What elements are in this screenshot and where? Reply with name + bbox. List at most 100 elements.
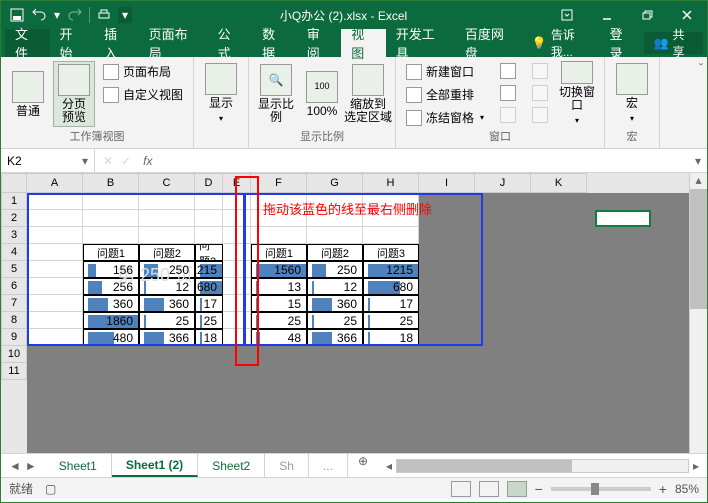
formula-bar[interactable]: [156, 149, 689, 172]
col-header-H[interactable]: H: [363, 173, 419, 193]
tab-data[interactable]: 数据: [252, 29, 297, 57]
cell[interactable]: [27, 295, 83, 312]
sync-scroll-button[interactable]: [528, 83, 552, 103]
zoom-level[interactable]: 85%: [675, 482, 699, 496]
cell[interactable]: [83, 193, 139, 210]
unhide-button[interactable]: [496, 105, 520, 125]
cell[interactable]: [475, 193, 531, 210]
cell[interactable]: 360: [83, 295, 139, 312]
cell[interactable]: [419, 261, 475, 278]
cell[interactable]: [223, 193, 251, 210]
cell[interactable]: [27, 346, 83, 363]
cell[interactable]: [139, 193, 195, 210]
cell[interactable]: 25: [251, 312, 307, 329]
cell[interactable]: [223, 329, 251, 346]
tab-layout[interactable]: 页面布局: [139, 29, 208, 57]
cell[interactable]: [223, 278, 251, 295]
vertical-scrollbar[interactable]: ▴: [689, 173, 707, 453]
cell[interactable]: 18: [195, 329, 223, 346]
cell[interactable]: [531, 363, 587, 380]
cell[interactable]: [139, 346, 195, 363]
row-header-8[interactable]: 8: [1, 312, 27, 329]
cell[interactable]: [531, 261, 587, 278]
cell[interactable]: 17: [363, 295, 419, 312]
page-break-status-button[interactable]: [507, 481, 527, 497]
cell[interactable]: [307, 346, 363, 363]
cell[interactable]: [531, 312, 587, 329]
cell[interactable]: [307, 227, 363, 244]
cell[interactable]: 48: [251, 329, 307, 346]
cell[interactable]: 25: [139, 312, 195, 329]
tab-home[interactable]: 开始: [50, 29, 95, 57]
zoom-selection-button[interactable]: 缩放到 选定区域: [347, 61, 389, 127]
cell[interactable]: [223, 227, 251, 244]
col-header-K[interactable]: K: [531, 173, 587, 193]
cell[interactable]: [363, 227, 419, 244]
cell[interactable]: [475, 346, 531, 363]
sheet-nav-next[interactable]: ►: [25, 459, 37, 473]
cell[interactable]: 360: [307, 295, 363, 312]
split-button[interactable]: [496, 61, 520, 81]
cell[interactable]: [475, 312, 531, 329]
row-header-2[interactable]: 2: [1, 210, 27, 227]
cell[interactable]: 156: [83, 261, 139, 278]
cell[interactable]: [475, 210, 531, 227]
cell[interactable]: [27, 278, 83, 295]
cell[interactable]: 18: [363, 329, 419, 346]
cell[interactable]: [531, 210, 587, 227]
tab-baidu[interactable]: 百度网盘: [455, 29, 524, 57]
select-all-corner[interactable]: [1, 173, 27, 193]
view-side-button[interactable]: [528, 61, 552, 81]
zoom-in-button[interactable]: +: [659, 481, 667, 497]
cell[interactable]: 360: [139, 295, 195, 312]
add-sheet-button[interactable]: ⊕: [348, 454, 378, 477]
cell[interactable]: [27, 363, 83, 380]
row-header-5[interactable]: 5: [1, 261, 27, 278]
cell[interactable]: [363, 346, 419, 363]
cell[interactable]: [363, 363, 419, 380]
arrange-all-button[interactable]: 全部重排: [402, 84, 488, 105]
zoom-button[interactable]: 🔍显示比例: [255, 61, 297, 127]
cell[interactable]: 问题3: [195, 244, 223, 261]
tab-file[interactable]: 文件: [5, 29, 50, 57]
zoom-100-button[interactable]: 100100%: [301, 61, 343, 127]
cell[interactable]: [307, 363, 363, 380]
cell[interactable]: [195, 210, 223, 227]
cell[interactable]: [223, 295, 251, 312]
row-header-6[interactable]: 6: [1, 278, 27, 295]
cell[interactable]: [475, 227, 531, 244]
cell[interactable]: 25: [195, 312, 223, 329]
cell[interactable]: 366: [307, 329, 363, 346]
sheet-tab-4[interactable]: Sh: [265, 454, 309, 477]
show-button[interactable]: 显示▾: [200, 61, 242, 127]
zoom-slider[interactable]: [551, 487, 651, 491]
undo-icon[interactable]: [31, 7, 47, 23]
col-header-A[interactable]: A: [27, 173, 83, 193]
tab-insert[interactable]: 插入: [94, 29, 139, 57]
cell[interactable]: [27, 312, 83, 329]
cell[interactable]: [27, 261, 83, 278]
cell[interactable]: [475, 363, 531, 380]
cell[interactable]: [27, 244, 83, 261]
qat-dropdown-icon[interactable]: ▾: [118, 7, 132, 23]
cell[interactable]: 问题2: [139, 244, 195, 261]
hscroll-left-icon[interactable]: ◂: [386, 459, 392, 473]
row-header-4[interactable]: 4: [1, 244, 27, 261]
reset-pos-button[interactable]: [528, 105, 552, 125]
cell[interactable]: 问题1: [251, 244, 307, 261]
cell[interactable]: 1215: [363, 261, 419, 278]
tab-review[interactable]: 审阅: [297, 29, 342, 57]
sheet-tab-3[interactable]: Sheet2: [198, 454, 265, 477]
formula-expand-icon[interactable]: ▾: [689, 154, 707, 168]
col-header-D[interactable]: D: [195, 173, 223, 193]
cell[interactable]: [531, 295, 587, 312]
cell[interactable]: [419, 227, 475, 244]
cell[interactable]: 17: [195, 295, 223, 312]
page-layout-status-button[interactable]: [479, 481, 499, 497]
cell[interactable]: 问题3: [363, 244, 419, 261]
cell[interactable]: [83, 363, 139, 380]
cell[interactable]: [223, 312, 251, 329]
sheet-tab-1[interactable]: Sheet1: [45, 454, 112, 477]
cell[interactable]: [139, 227, 195, 244]
cell[interactable]: [139, 363, 195, 380]
